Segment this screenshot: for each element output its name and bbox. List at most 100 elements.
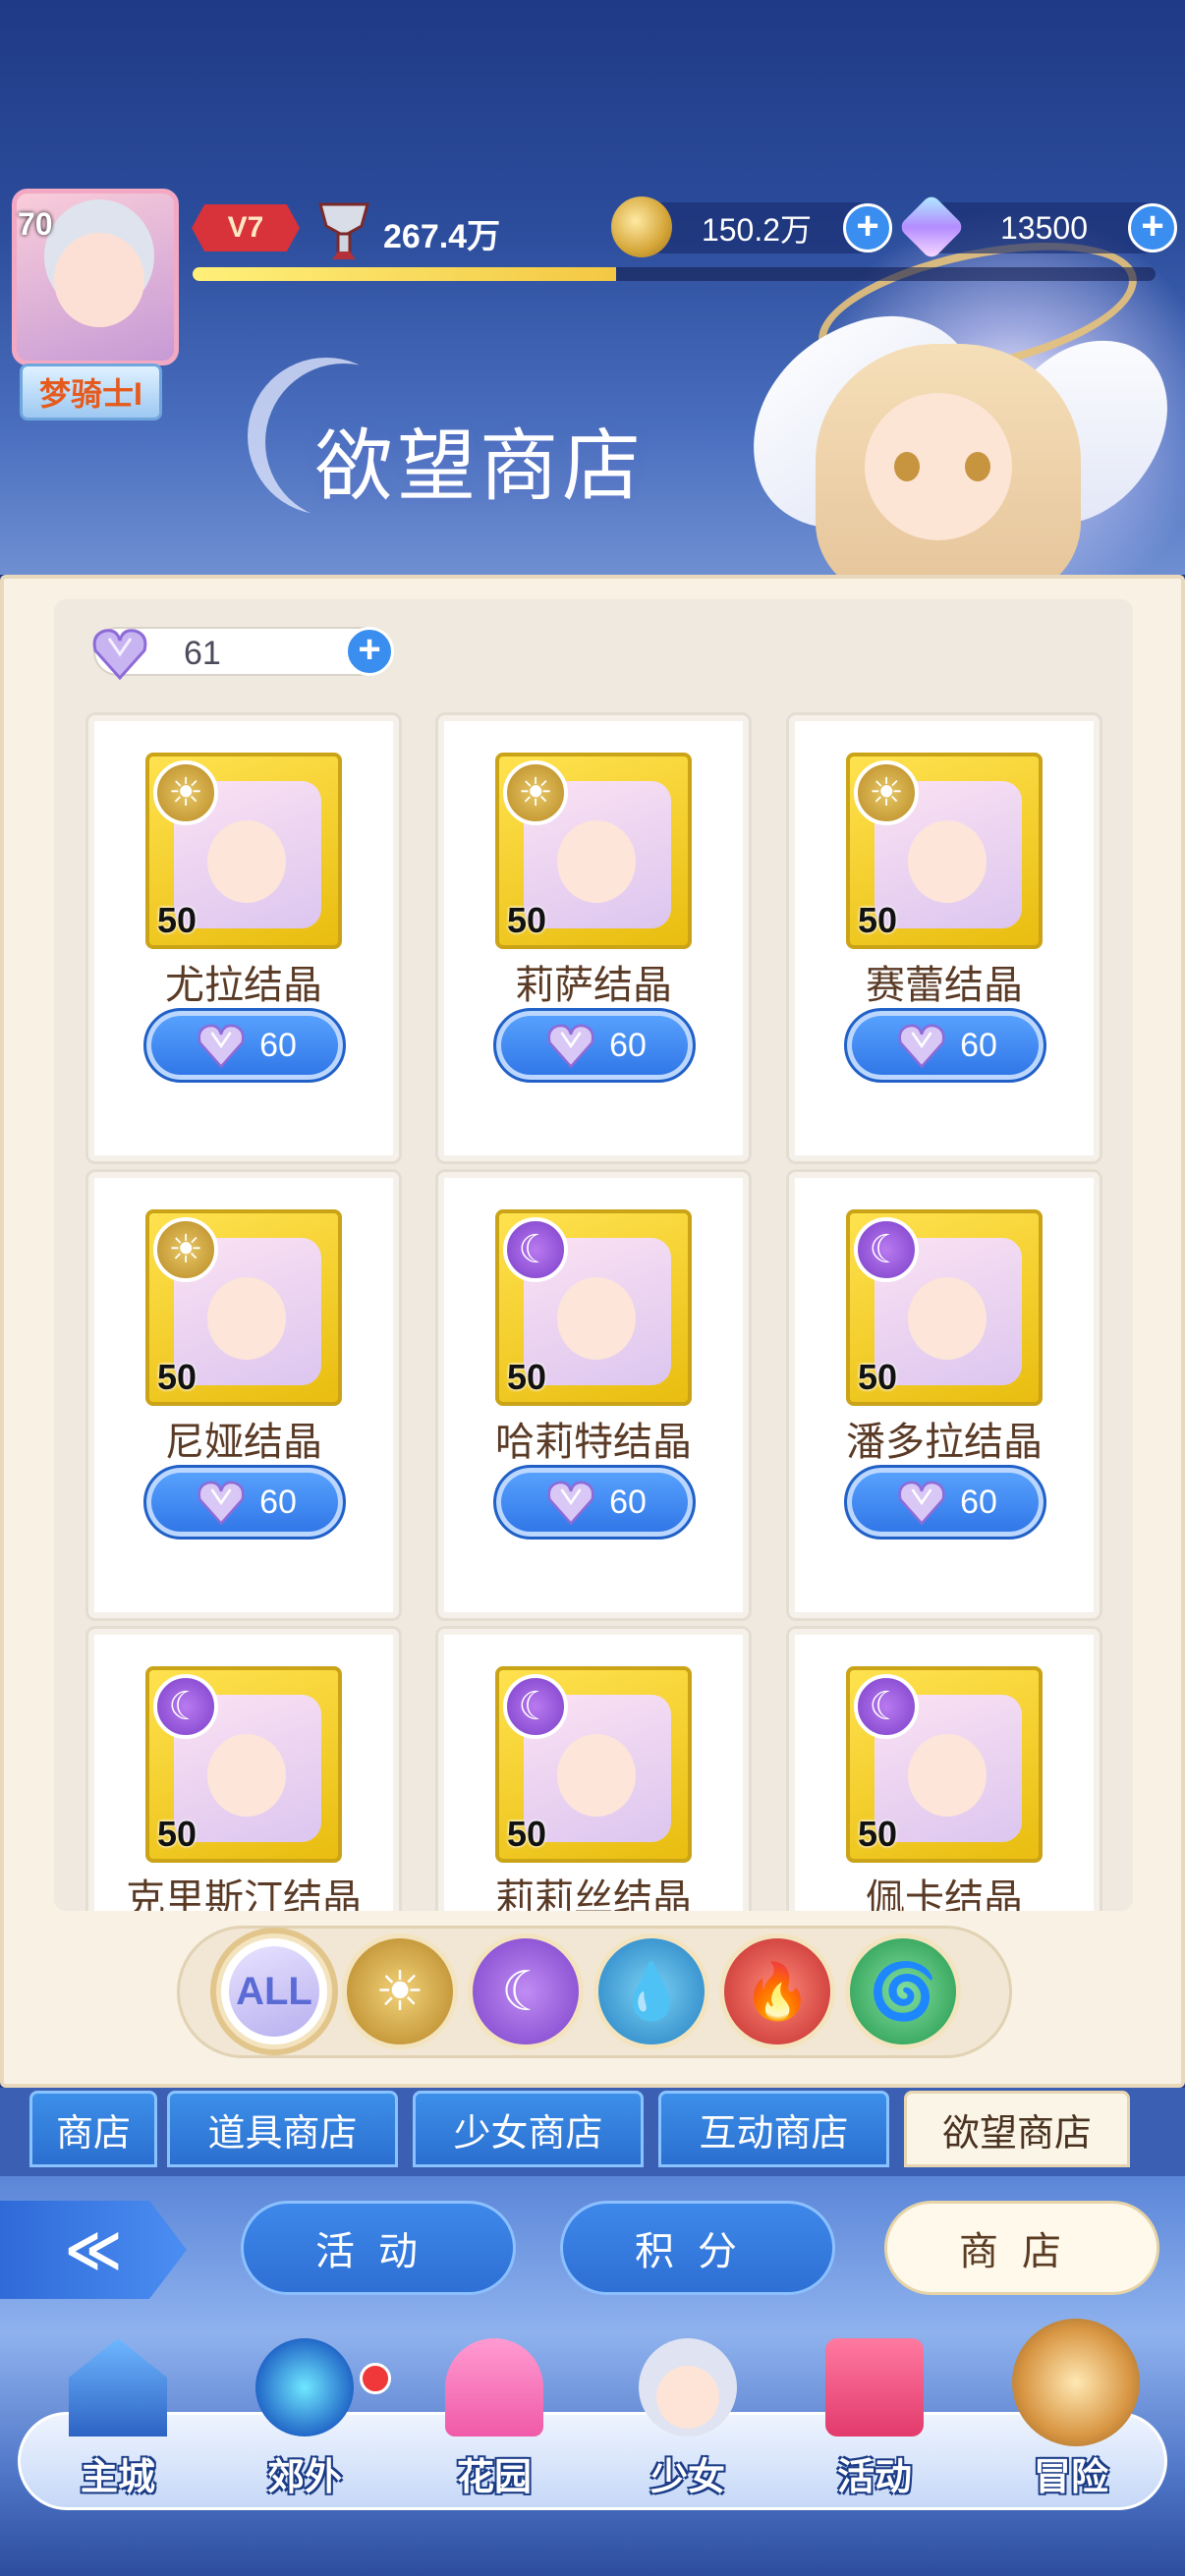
back-button[interactable]: ≪ [0, 2201, 187, 2299]
shop-item-card[interactable]: ☀ 50 尤拉结晶 60 [85, 712, 402, 1164]
add-crystal-button[interactable]: + [345, 627, 394, 676]
item-icon: ☀ 50 [145, 753, 342, 949]
wind-icon: 🌀 [869, 1960, 937, 2022]
nav-garden[interactable]: 花园 [406, 2338, 583, 2498]
item-price: 60 [259, 1483, 297, 1521]
item-grid[interactable]: ☀ 50 尤拉结晶 60 ☀ 50 莉萨结晶 60 ☀ 50 赛蕾结晶 60 ☀ 50 尼娅结晶 60 ☾ 50 哈… [54, 599, 1133, 1911]
sun-icon: ☀ [153, 1217, 218, 1282]
back-arrow-icon: ≪ [64, 2218, 123, 2280]
item-name: 潘多拉结晶 [846, 1421, 1043, 1464]
nav-label: 花园 [456, 2457, 532, 2498]
item-count: 50 [157, 1357, 198, 1397]
item-name: 赛蕾结晶 [866, 964, 1023, 1007]
portrait-face [908, 820, 987, 903]
nav-outskirts[interactable]: 郊外 [216, 2338, 393, 2498]
filter-all-button[interactable]: ALL [216, 1933, 332, 2049]
filter-water-button[interactable]: 💧 [593, 1933, 709, 2049]
shop-item-card[interactable]: ☾ 50 哈莉特结晶 60 [435, 1169, 752, 1621]
angel-girl-illustration [721, 292, 1185, 575]
tab-shop[interactable]: 商店 [29, 2091, 157, 2167]
crystal-value: 61 [184, 635, 221, 672]
store-button[interactable]: 商店 [884, 2201, 1159, 2295]
heart-crystal-icon [198, 1024, 245, 1069]
item-name: 尤拉结晶 [165, 964, 322, 1007]
buy-button[interactable]: 60 [493, 1008, 696, 1083]
item-count: 50 [858, 1814, 898, 1854]
portrait-face [207, 820, 286, 903]
item-name: 尼娅结晶 [165, 1421, 322, 1464]
gold-counter: 150.2万 + [611, 196, 892, 257]
sun-icon: ☀ [153, 760, 218, 825]
vip-badge[interactable]: V7 [192, 204, 300, 252]
item-count: 50 [157, 1814, 198, 1854]
combat-power: 267.4万 [383, 218, 501, 255]
filter-sun-button[interactable]: ☀ [342, 1933, 458, 2049]
buy-button[interactable]: 60 [493, 1465, 696, 1540]
shop-item-card[interactable]: ☀ 50 赛蕾结晶 60 [786, 712, 1102, 1164]
desire-crystal-counter: 61 + [92, 627, 394, 681]
tab-girl-shop[interactable]: 少女商店 [413, 2091, 644, 2167]
tab-item-shop[interactable]: 道具商店 [167, 2091, 398, 2167]
portrait-face [207, 1734, 286, 1817]
item-name: 莉萨结晶 [515, 964, 672, 1007]
item-count: 50 [858, 900, 898, 940]
item-price: 60 [609, 1483, 647, 1521]
item-icon: ☾ 50 [846, 1209, 1043, 1406]
item-count: 50 [858, 1357, 898, 1397]
portrait-face [908, 1734, 987, 1817]
add-gold-button[interactable]: + [843, 203, 892, 252]
item-icon: ☀ 50 [495, 753, 692, 949]
portrait-face [908, 1277, 987, 1360]
portrait-face [557, 1277, 636, 1360]
nav-label: 主城 [80, 2457, 155, 2498]
nav-adventure[interactable]: 冒险 [983, 2319, 1159, 2498]
filter-fire-button[interactable]: 🔥 [719, 1933, 835, 2049]
points-button[interactable]: 积分 [560, 2201, 835, 2295]
activity-button[interactable]: 活动 [241, 2201, 516, 2295]
shop-item-card[interactable]: ☀ 50 莉萨结晶 60 [435, 712, 752, 1164]
nav-label: 冒险 [1033, 2457, 1108, 2498]
nav-girls[interactable]: 少女 [599, 2338, 776, 2498]
fire-icon: 🔥 [743, 1960, 812, 2022]
nav-main-city[interactable]: 主城 [29, 2338, 206, 2498]
gold-value: 150.2万 [701, 212, 813, 248]
filter-moon-button[interactable]: ☾ [468, 1933, 584, 2049]
filter-all-label: ALL [229, 1946, 319, 2037]
buy-button[interactable]: 60 [844, 1465, 1046, 1540]
gift-box-icon [825, 2338, 924, 2436]
shop-item-card[interactable]: ☀ 50 尼娅结晶 60 [85, 1169, 402, 1621]
item-name: 莉莉丝结晶 [495, 1877, 692, 1911]
shop-item-card[interactable]: ☾50克里斯汀结晶60 [85, 1626, 402, 1911]
buy-button[interactable]: 60 [143, 1008, 346, 1083]
diamond-counter: 13500 + [897, 193, 1177, 261]
nav-label: 活动 [836, 2457, 912, 2498]
item-icon: ☾ 50 [846, 1666, 1043, 1863]
portrait-face [557, 820, 636, 903]
heart-crystal-icon [898, 1024, 945, 1069]
castle-icon [69, 2338, 167, 2436]
shop-item-card[interactable]: ☾ 50 潘多拉结晶 60 [786, 1169, 1102, 1621]
shop-item-card[interactable]: ☾50佩卡结晶60 [786, 1626, 1102, 1911]
buy-button[interactable]: 60 [143, 1465, 346, 1540]
filter-wind-button[interactable]: 🌀 [845, 1933, 961, 2049]
nav-event[interactable]: 活动 [786, 2338, 963, 2498]
trophy-icon [318, 202, 369, 259]
portrait-face [557, 1734, 636, 1817]
item-count: 50 [507, 1357, 547, 1397]
exp-bar-fill [193, 267, 617, 281]
moon-icon: ☾ [854, 1674, 919, 1739]
portrait-face [207, 1277, 286, 1360]
tab-interaction-shop[interactable]: 互动商店 [658, 2091, 889, 2167]
sun-icon: ☀ [854, 760, 919, 825]
eye [894, 452, 920, 481]
buy-button[interactable]: 60 [844, 1008, 1046, 1083]
item-name: 克里斯汀结晶 [126, 1877, 362, 1911]
tab-desire-shop[interactable]: 欲望商店 [904, 2091, 1130, 2167]
notification-dot [360, 2363, 391, 2394]
nav-label: 郊外 [266, 2457, 342, 2498]
add-diamond-button[interactable]: + [1128, 203, 1177, 252]
shop-item-card[interactable]: ☾50莉莉丝结晶60 [435, 1626, 752, 1911]
item-icon: ☀ 50 [145, 1209, 342, 1406]
item-price: 60 [609, 1026, 647, 1064]
diamond-value: 13500 [1000, 209, 1088, 246]
